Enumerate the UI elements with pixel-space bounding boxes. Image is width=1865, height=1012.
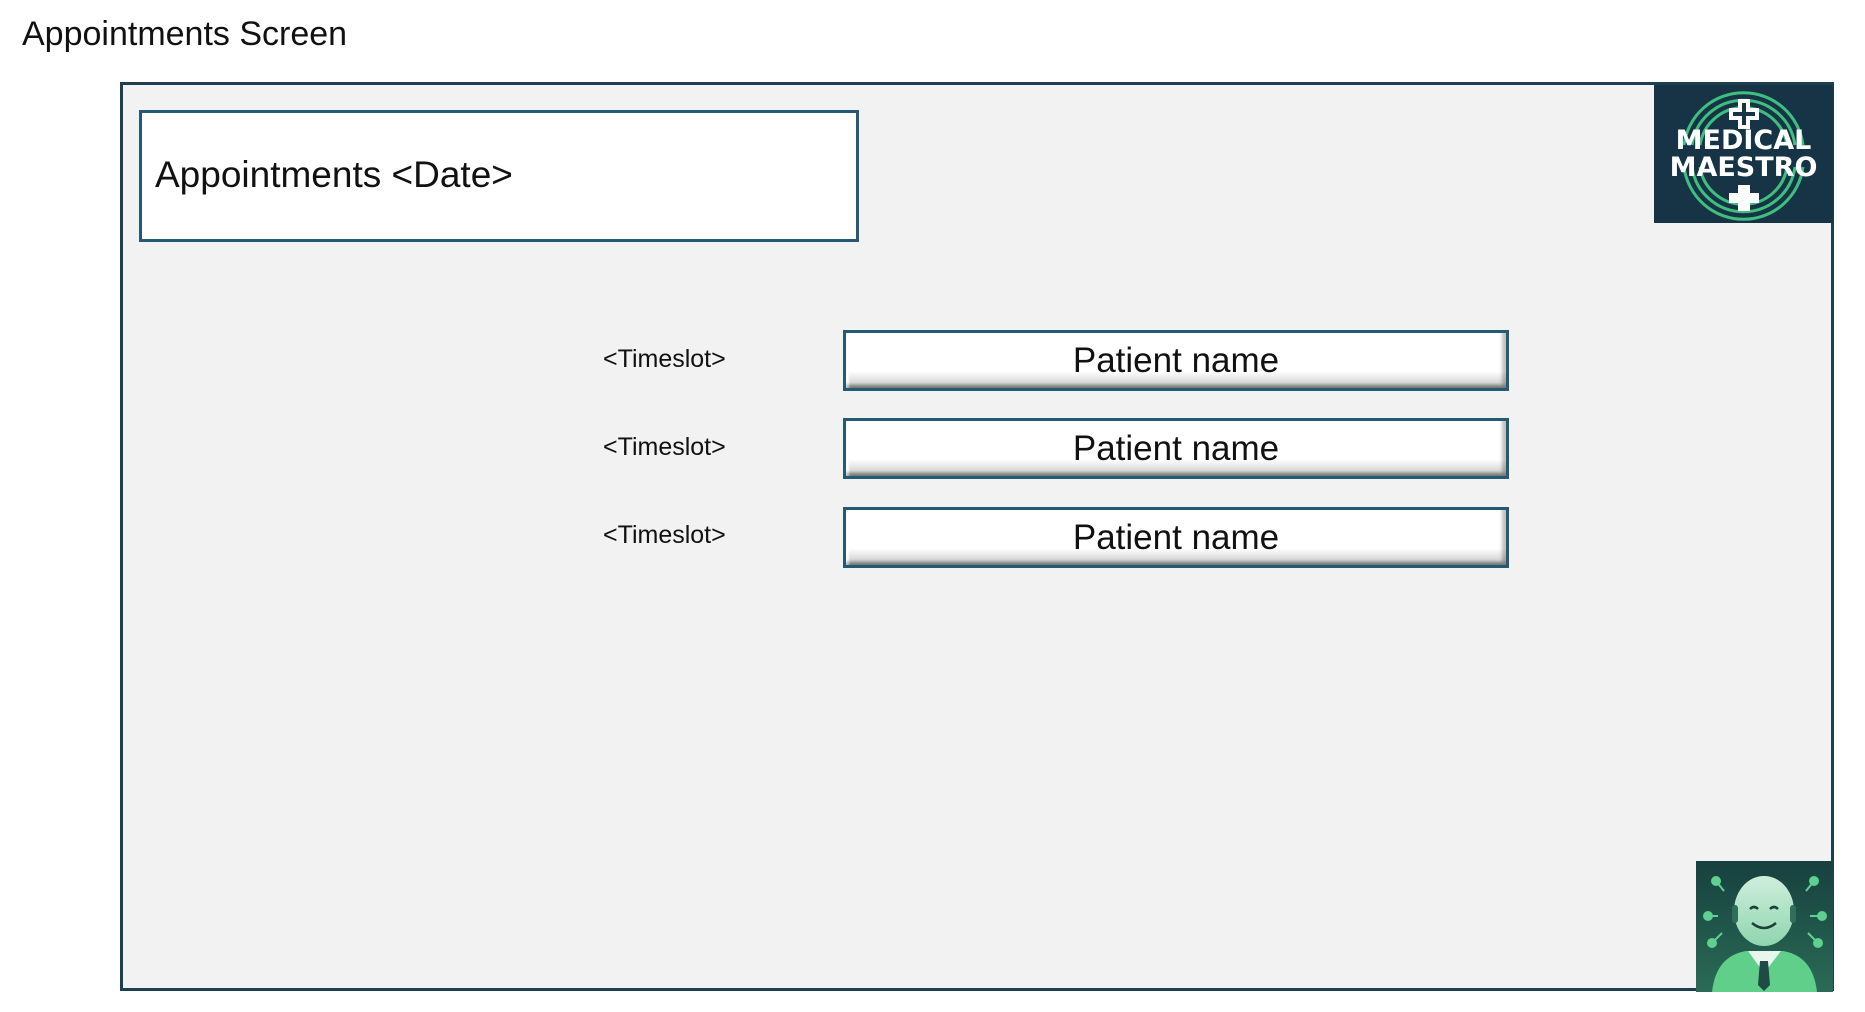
patient-name-button[interactable]: Patient name: [843, 507, 1509, 568]
patient-name-button[interactable]: Patient name: [843, 418, 1509, 479]
screen-caption: Appointments Screen: [22, 15, 348, 53]
doctor-assistant-avatar-icon: [1696, 861, 1833, 992]
medical-maestro-logo: MEDICAL MAESTRO: [1654, 85, 1833, 223]
timeslot-label: <Timeslot>: [603, 433, 726, 461]
timeslot-label: <Timeslot>: [603, 345, 726, 373]
logo-text-line1: MEDICAL: [1675, 125, 1812, 156]
patient-name-button[interactable]: Patient name: [843, 330, 1509, 391]
timeslot-label: <Timeslot>: [603, 521, 726, 549]
assistant-avatar-button[interactable]: [1696, 861, 1833, 992]
page-header: Appointments <Date>: [139, 110, 859, 242]
logo-text-line2: MAESTRO: [1669, 152, 1818, 183]
page-title: Appointments <Date>: [155, 154, 513, 195]
